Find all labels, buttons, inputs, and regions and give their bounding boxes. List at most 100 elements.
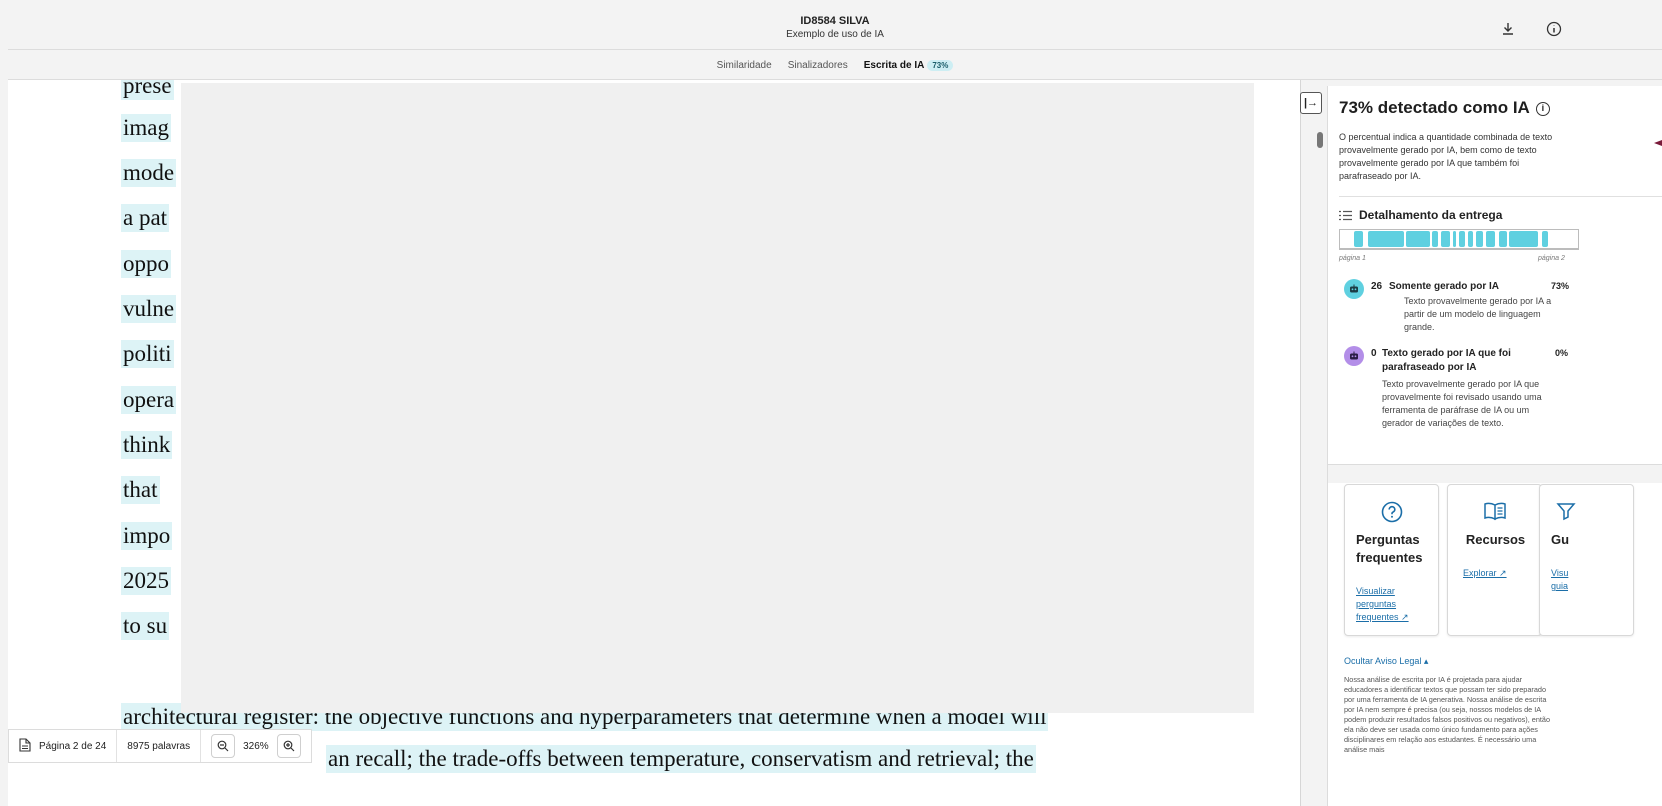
legal-toggle-label: Ocultar Aviso Legal [1344, 656, 1422, 666]
category-percent: 73% [1551, 281, 1570, 291]
panel-divider [1300, 80, 1301, 806]
word-count: 8975 palavras [117, 730, 202, 762]
bar-segment [1432, 231, 1438, 247]
panel-spacer [1328, 465, 1662, 483]
card-guides: Gu Visu guia [1539, 484, 1634, 636]
submission-breakdown-bar[interactable] [1339, 229, 1579, 249]
zoom-out-icon [217, 740, 229, 752]
legal-disclaimer: Nossa análise de escrita por IA é projet… [1344, 675, 1551, 754]
pointer-arrow-icon [1654, 140, 1662, 146]
doc-line: prese [121, 80, 174, 100]
bar-segment [1441, 231, 1450, 247]
page-indicator: Página 2 de 24 [9, 730, 118, 762]
breakdown-title: Detalhamento da entrega [1359, 208, 1503, 222]
info-icon[interactable]: i [1535, 102, 1550, 116]
bar-segment [1368, 231, 1404, 247]
document-viewer[interactable]: prese imag mode a pat oppo vulne politi … [8, 80, 1300, 806]
document-title-block: ID8584 SILVA Exemplo de uso de IA [8, 14, 1662, 41]
download-icon[interactable] [1498, 19, 1518, 39]
hide-disclaimer-toggle[interactable]: Ocultar Aviso Legal ▴ [1344, 656, 1428, 667]
bar-segment [1509, 231, 1538, 247]
card-title: Perguntas frequentes [1356, 532, 1423, 565]
filter-icon [1556, 501, 1649, 526]
doc-line: oppo [121, 250, 171, 278]
info-icon[interactable] [1544, 19, 1564, 39]
doc-line: impo [121, 522, 173, 550]
page-end-label: página 2 [1538, 255, 1565, 262]
bar-segment [1468, 231, 1473, 247]
doc-line: a pat [121, 204, 170, 232]
document-subtitle: Exemplo de uso de IA [786, 29, 884, 40]
faq-link-text: Visualizar perguntas frequentes [1356, 586, 1399, 622]
doc-line: to su [121, 612, 170, 640]
doc-line: imag [121, 114, 171, 142]
ai-report-panel: 73% detectado como IA i O percentual indi… [1327, 86, 1662, 806]
tab-escrita-ia-label: Escrita de IA [863, 60, 925, 71]
ai-percent-badge: 73% [927, 60, 954, 71]
zoom-out-button[interactable] [211, 734, 236, 758]
bar-segment [1354, 231, 1363, 247]
document-icon [19, 737, 31, 755]
category-description: Texto provavelmente gerado por IA a part… [1404, 296, 1552, 332]
card-resources: Recursos Explorar ↗ [1447, 484, 1542, 636]
tab-similaridade[interactable]: Similaridade [717, 60, 772, 71]
external-link-icon: ↗ [1496, 568, 1507, 578]
robot-icon [1344, 279, 1364, 299]
robot-paraphrase-icon [1344, 346, 1364, 366]
doc-line: that [121, 476, 160, 504]
bar-segment [1406, 231, 1430, 247]
doc-line: opera [121, 386, 177, 414]
explore-link[interactable]: Explorar ↗ [1463, 567, 1507, 580]
bar-ticks [1339, 249, 1579, 253]
bar-segment [1486, 231, 1495, 247]
bar-segment [1453, 231, 1456, 247]
category-count: 26 [1371, 281, 1383, 292]
category-name: Somente gerado por IA [1389, 281, 1500, 292]
guides-link[interactable]: Visu guia [1551, 567, 1581, 593]
zoom-controls: 326% [201, 730, 311, 762]
content-overlay [181, 83, 1254, 713]
chevron-up-icon: ▴ [1423, 656, 1429, 666]
zoom-in-icon [283, 740, 295, 752]
tab-escrita-ia[interactable]: Escrita de IA 73% [864, 60, 954, 71]
doc-line: 2025 [121, 567, 171, 595]
faq-link[interactable]: Visualizar perguntas frequentes ↗ [1356, 585, 1416, 624]
page-label: Página 2 de 24 [39, 740, 107, 752]
breakdown-heading: Detalhamento da entrega [1339, 208, 1502, 222]
card-title: Recursos [1465, 532, 1526, 547]
category-percent: 0% [1555, 348, 1569, 358]
category-name: Texto gerado por IA que foi parafraseado… [1382, 348, 1511, 373]
book-icon [1448, 501, 1541, 526]
doc-line: politi [121, 340, 174, 368]
collapse-panel-icon: |→ [1303, 97, 1319, 109]
page-toolbar: Página 2 de 24 8975 palavras 326% [8, 729, 312, 763]
question-circle-icon [1345, 501, 1438, 528]
bar-segment [1476, 231, 1483, 247]
zoom-in-button[interactable] [276, 734, 301, 758]
collapse-panel-button[interactable]: |→ [1300, 92, 1322, 114]
doc-line: an recall; the trade-offs between temper… [326, 745, 1036, 773]
explore-link-text: Explorar [1463, 568, 1497, 578]
card-title: Gu [1551, 532, 1570, 547]
report-tabs: Similaridade Sinalizadores Escrita de IA… [8, 52, 1662, 80]
bar-segment [1542, 231, 1548, 247]
bar-segment [1459, 231, 1465, 247]
doc-line: vulne [121, 295, 177, 323]
doc-line: mode [121, 159, 177, 187]
category-count: 0 [1371, 348, 1377, 359]
panel-title: 73% detectado como IA i [1339, 98, 1550, 118]
panel-description: O percentual indica a quantidade combina… [1339, 132, 1553, 181]
page-start-label: página 1 [1339, 255, 1366, 262]
list-icon [1339, 210, 1352, 220]
tab-sinalizadores[interactable]: Sinalizadores [788, 60, 848, 71]
document-title: ID8584 SILVA [800, 15, 870, 27]
external-link-icon: ↗ [1398, 612, 1409, 622]
category-description: Texto provavelmente gerado por IA que pr… [1382, 379, 1542, 428]
doc-line: think [121, 431, 173, 459]
zoom-level: 326% [243, 740, 269, 752]
panel-title-text: 73% detectado como IA [1339, 98, 1530, 117]
scrollbar-thumb[interactable] [1317, 132, 1323, 148]
top-header: ID8584 SILVA Exemplo de uso de IA [8, 8, 1662, 50]
divider [1339, 196, 1662, 197]
word-count-label: 8975 palavras [127, 740, 191, 752]
